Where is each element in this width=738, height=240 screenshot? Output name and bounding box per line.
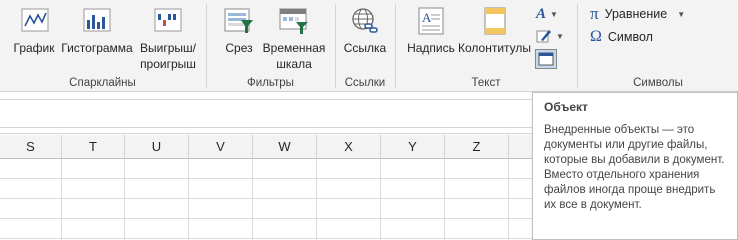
header-footer-button[interactable]: Колонтитулы [458,6,531,56]
omega-icon: Ω [590,28,602,45]
tooltip-body: Внедренные объекты — это документы или д… [544,124,725,211]
links-group-label: Ссылки [344,77,386,89]
object-icon [538,52,554,66]
sparkline-line-button[interactable]: График [10,6,58,56]
sparklines-group: График Гистограмма Выигрыш/ проигрыш Спа… [0,0,205,91]
symbols-group-label: Символы [633,77,683,89]
signature-line-button[interactable]: ▼ [536,26,564,46]
column-header[interactable]: V [189,135,253,159]
chevron-down-icon: ▼ [556,31,564,41]
textbox-icon: A [418,7,444,35]
object-tooltip: Объект Внедренные объекты — это документ… [532,92,738,240]
sparklines-group-label: Спарклайны [69,77,136,89]
symbols-group: π Уравнение ▼ Ω Символ Символы [578,0,738,91]
column-header[interactable]: Y [381,135,445,159]
wordart-icon: A [536,5,547,22]
column-header[interactable]: X [317,135,381,159]
line-sparkline-icon [21,8,49,32]
slicer-button[interactable]: Срез [219,6,259,56]
pi-icon: π [590,4,599,23]
link-button[interactable]: Ссылка [340,6,390,56]
column-sparkline-icon [83,8,111,32]
winloss-sparkline-icon [154,8,182,32]
text-group: A Надпись Колонтитулы A ▼ ▼ Текст [396,0,576,91]
symbol-button[interactable]: Ω Символ [590,27,653,47]
timeline-icon [279,8,308,34]
timeline-button[interactable]: Временная шкала [260,6,328,72]
equation-button[interactable]: π Уравнение ▼ [590,4,685,24]
sparkline-column-button[interactable]: Гистограмма [60,6,134,56]
filters-group-label: Фильтры [247,77,294,89]
slicer-icon [224,8,253,33]
filters-group: Срез Временная шкала Фильтры [207,0,334,91]
object-button[interactable] [535,49,557,69]
column-header[interactable]: U [125,135,189,159]
wordart-button[interactable]: A ▼ [536,4,558,24]
links-group: Ссылка Ссылки [336,0,394,91]
chevron-down-icon: ▼ [677,9,686,19]
header-footer-icon [484,7,506,35]
ribbon: График Гистограмма Выигрыш/ проигрыш Спа… [0,0,738,92]
svg-text:A: A [422,10,432,25]
sparkline-winloss-button[interactable]: Выигрыш/ проигрыш [135,6,201,72]
hyperlink-globe-icon [352,8,378,33]
column-header[interactable]: W [253,135,317,159]
column-header[interactable]: T [62,135,125,159]
tooltip-title: Объект [544,100,588,114]
textbox-button[interactable]: A Надпись [404,6,458,56]
text-group-label: Текст [471,77,501,89]
chevron-down-icon: ▼ [550,9,558,19]
column-header[interactable]: Z [445,135,509,159]
signature-line-icon [536,30,551,43]
column-header[interactable]: S [0,135,62,159]
